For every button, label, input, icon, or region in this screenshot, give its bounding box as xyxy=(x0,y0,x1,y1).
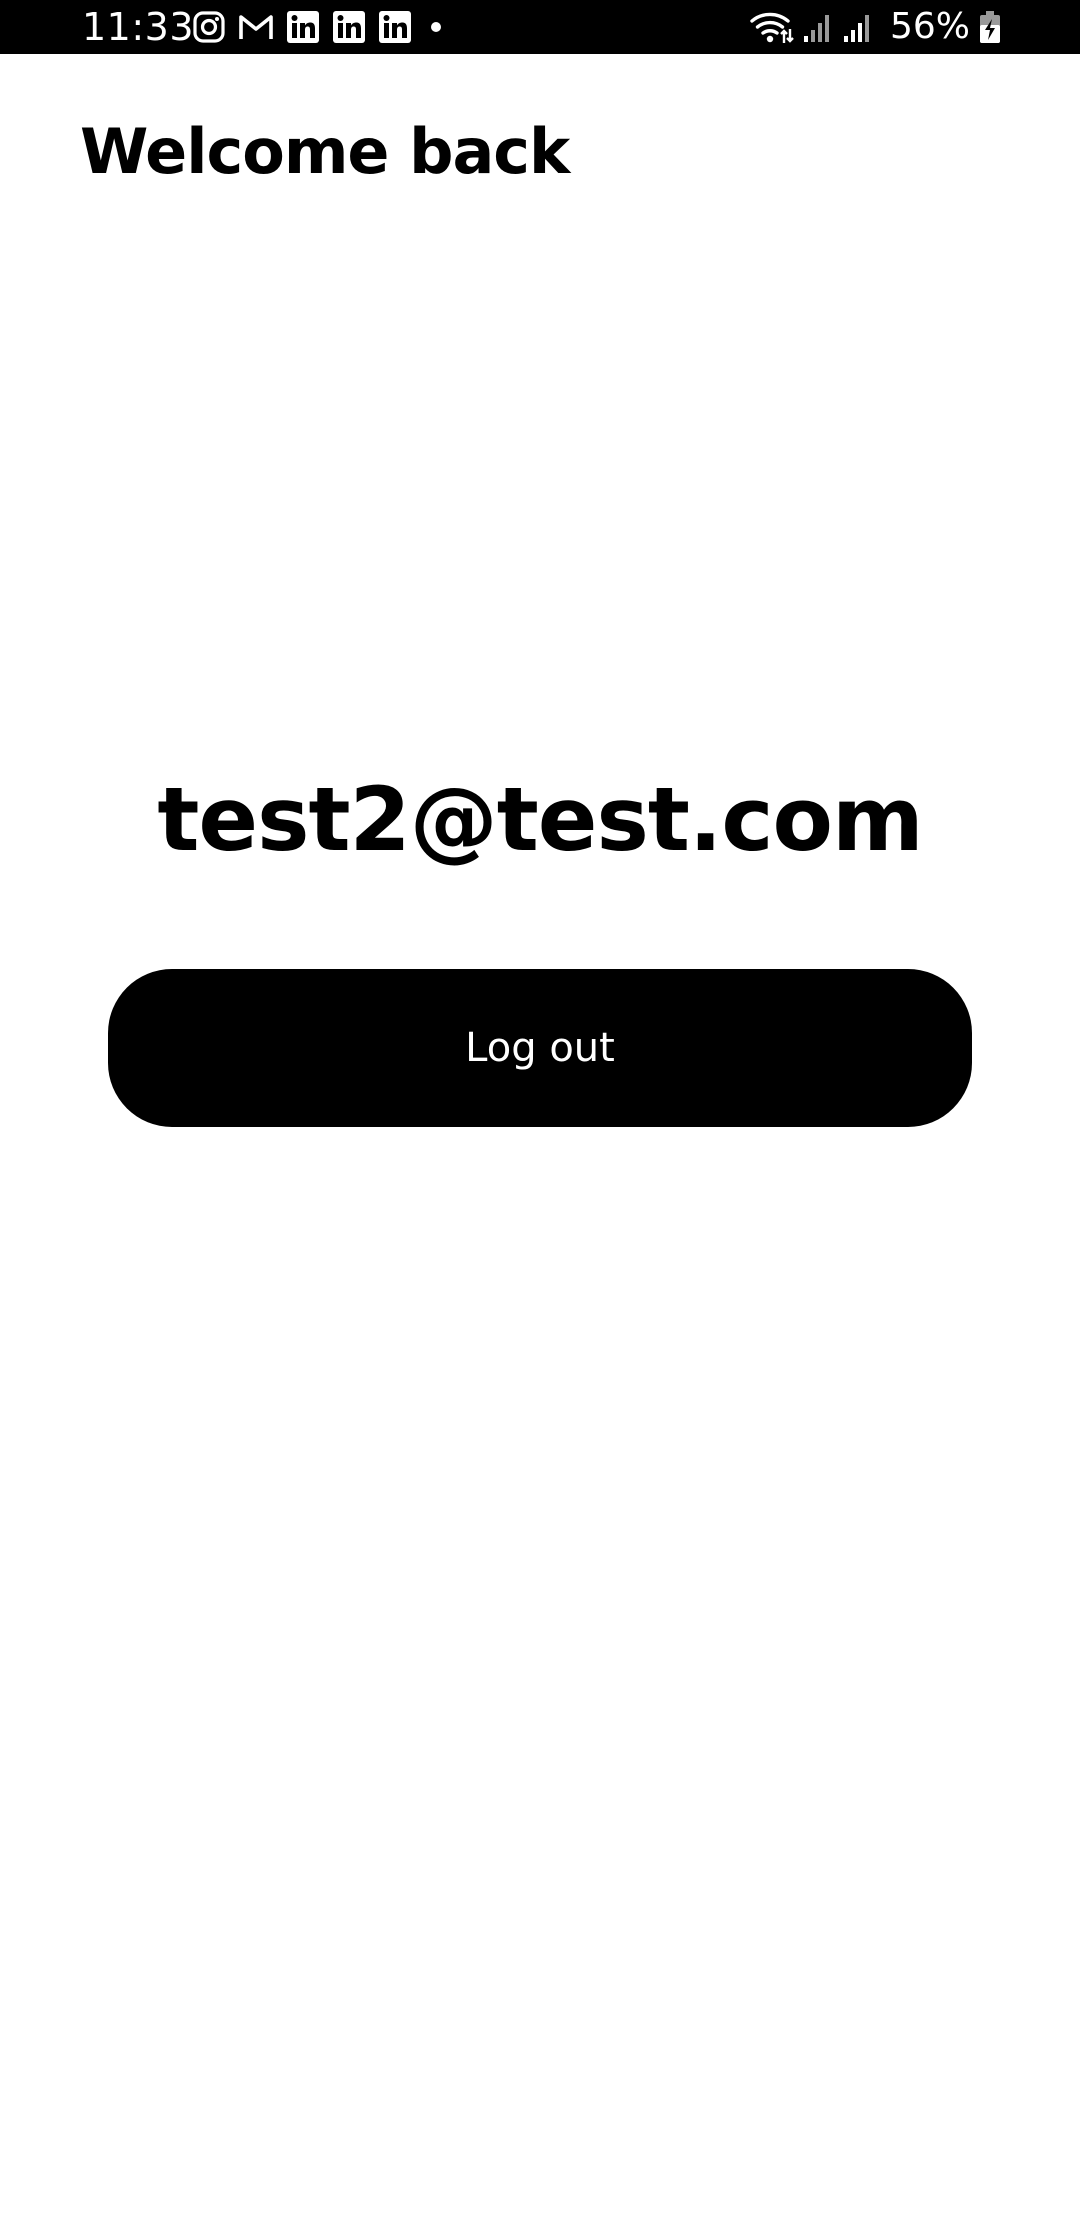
instagram-icon xyxy=(192,10,226,44)
logout-button-label: Log out xyxy=(465,1025,615,1071)
system-status: 56% xyxy=(750,8,1002,46)
wifi-icon xyxy=(750,9,794,45)
dot-icon xyxy=(424,15,448,39)
status-time: 11:33 xyxy=(82,5,195,49)
linkedin-icon xyxy=(378,10,412,44)
gmail-icon xyxy=(238,12,274,42)
battery-charging-icon xyxy=(978,10,1002,44)
signal-icon xyxy=(842,10,874,44)
signal-icon xyxy=(802,10,834,44)
status-bar: 11:33 56% xyxy=(0,0,1080,54)
user-email: test2@test.com xyxy=(157,768,923,871)
logout-button[interactable]: Log out xyxy=(108,969,972,1127)
linkedin-icon xyxy=(286,10,320,44)
page-title: Welcome back xyxy=(80,115,570,188)
battery-percent: 56% xyxy=(889,6,970,47)
linkedin-icon xyxy=(332,10,366,44)
notification-icons xyxy=(192,10,448,44)
